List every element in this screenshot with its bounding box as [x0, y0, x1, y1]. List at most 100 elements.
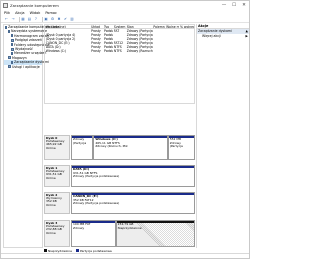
column-header[interactable]: Wolne miejsce	[165, 25, 179, 28]
legend-swatch	[76, 249, 79, 252]
action-label: Więcej akcji	[202, 33, 221, 38]
tree-node-icon	[8, 65, 11, 69]
submenu-arrow-icon: ▶	[245, 33, 248, 38]
tree-node-icon	[11, 38, 14, 42]
partition-type-bar	[72, 136, 93, 138]
maximize-icon[interactable]: ☐	[229, 1, 239, 10]
tree-node-icon	[8, 30, 10, 34]
partition-type-bar	[94, 136, 167, 138]
tree-item-label: Usługi i aplikacje	[12, 64, 40, 69]
window-controls: — ☐ ✕	[219, 1, 249, 10]
app-icon	[3, 3, 8, 8]
tree-node-icon	[11, 52, 13, 56]
tree-node-icon	[5, 25, 7, 29]
disk-row: Dysk 0 Podstawowy 465,92 GB Online Zdrowy (P…	[44, 135, 195, 160]
partition-status: Zdrowy (Partycja podstawowa)	[73, 201, 120, 205]
check-icon[interactable]: ✔	[63, 17, 68, 22]
title-bar: Zarządzanie komputerem — ☐ ✕	[1, 1, 249, 10]
column-header[interactable]: Typ	[103, 25, 113, 28]
show-hide-tree-icon[interactable]: ▣	[44, 17, 49, 22]
navigation-tree: Zarządzanie komputerem (lokalne) Narzędzi…	[3, 24, 66, 248]
partition-status: Zdrowy	[73, 225, 85, 230]
partition-status: Zdrowy (Partycja podstawowa)	[73, 174, 120, 178]
menu-file[interactable]: Plik	[4, 11, 10, 15]
legend-label: Partycja podstawowa	[80, 248, 112, 253]
table-cell: Windows (C:)	[45, 49, 67, 54]
disk-info[interactable]: Dysk 3 Podstawowy 232,88 GB Online	[44, 220, 70, 247]
disk-info[interactable]: Dysk 2 Wymienny 352 KB Online	[44, 192, 70, 214]
computer-management-window: Zarządzanie komputerem — ☐ ✕ Plik Akcja …	[0, 0, 250, 259]
help-icon[interactable]: ?	[34, 17, 39, 22]
table-cell	[153, 49, 166, 53]
up-icon[interactable]: ▦	[21, 17, 26, 22]
partition[interactable]: DATA (D:) 931,51 GB NTFS Zdrowy (Partycja …	[71, 165, 195, 187]
window-title: Zarządzanie komputerem	[10, 3, 59, 8]
minimize-icon[interactable]: —	[219, 1, 229, 10]
volume-list: WoluminUkładTypSystem plikówStanPojemnoś…	[44, 24, 195, 104]
disk-map: Dysk 0 Podstawowy 465,92 GB Online Zdrowy (P…	[44, 135, 195, 248]
column-header[interactable]: Wolumin	[45, 25, 90, 28]
partition-type-bar	[116, 221, 194, 223]
partition-status: Zdrowy (Partycja	[73, 137, 87, 145]
disk-management-pane: WoluminUkładTypSystem plikówStanPojemnoś…	[44, 24, 195, 248]
table-row[interactable]: Windows (C:) ProstyPodstawowyNTFS Zdrowy (…	[45, 49, 194, 53]
partition[interactable]: CANON_DC (E:) 352 KB FAT12 Zdrowy (Partycj…	[71, 192, 195, 214]
table-cell: NTFS	[113, 49, 122, 54]
partition-status: Zdrowy (Rozruch, Plik	[95, 144, 128, 148]
disk-partitions: Zdrowy (Partycja Windows (C:) 465,11 GB NT…	[71, 135, 195, 160]
partition-type-bar	[72, 221, 115, 223]
tree-node-icon	[11, 34, 13, 38]
column-header[interactable]: System plików	[113, 25, 126, 28]
settings-icon[interactable]: ▥	[70, 17, 75, 22]
partition[interactable]: 232,79 GB Nieprzydzielone	[115, 220, 195, 247]
partition[interactable]: 552 MB Zdrowy (Partycja	[167, 135, 195, 160]
table-cell: Zdrowy (Rozruch, Pl...	[126, 49, 153, 54]
table-cell	[179, 49, 194, 53]
column-header[interactable]: Układ	[90, 25, 103, 28]
column-header[interactable]: % wolnego	[179, 25, 194, 28]
partition-type-bar	[72, 193, 194, 195]
tree-node-icon	[8, 56, 11, 60]
table-cell: Podstawowy	[104, 49, 113, 54]
menu-help[interactable]: Pomoc	[45, 11, 57, 15]
tree-item[interactable]: Usługi i aplikacje	[4, 65, 42, 69]
connect-icon[interactable]: ⚙	[50, 17, 55, 22]
actions-pane: Akcje Zarządzanie dyskami ▲ Więcej akcji…	[196, 24, 249, 248]
partition-status: Zdrowy (Partycja	[169, 140, 183, 148]
legend-label: Nieprzydzielone	[48, 248, 72, 253]
partition[interactable]: Windows (C:) 465,11 GB NTFS Zdrowy (Rozruc…	[93, 135, 168, 160]
back-icon[interactable]: ←	[4, 17, 9, 22]
table-cell: Prosty	[91, 49, 101, 54]
disk-status: Online	[46, 175, 56, 180]
disk-status: Online	[46, 230, 56, 235]
disk-info[interactable]: Dysk 0 Podstawowy 465,92 GB Online	[44, 135, 70, 160]
toolbar-separator	[18, 16, 19, 22]
disk-row: Dysk 3 Podstawowy 232,88 GB Online 100 MB FA…	[44, 220, 195, 247]
tree-node-icon	[11, 60, 13, 64]
menu-action[interactable]: Akcja	[15, 11, 24, 15]
disk-partitions: DATA (D:) 931,51 GB NTFS Zdrowy (Partycja …	[71, 165, 195, 187]
status-bar	[1, 253, 249, 258]
partition[interactable]: 100 MB FAT Zdrowy	[71, 220, 116, 247]
menu-view[interactable]: Widok	[30, 11, 41, 15]
delete-icon[interactable]: ✖	[57, 17, 62, 22]
forward-icon[interactable]: →	[11, 17, 16, 22]
tree-node-icon	[11, 47, 14, 51]
volume-list-body: ProstyPodstawowyFATZdrowy (Partycja syst…	[45, 29, 194, 53]
legend-item-unallocated: Nieprzydzielone	[44, 249, 72, 253]
disk-info[interactable]: Dysk 1 Podstawowy 931,51 GB Online	[44, 165, 70, 187]
partition[interactable]: Zdrowy (Partycja	[71, 135, 94, 160]
toolbar-separator	[41, 16, 42, 22]
partition-status: Nieprzydzielone	[117, 225, 142, 230]
disk-partitions: CANON_DC (E:) 352 KB FAT12 Zdrowy (Partycj…	[71, 192, 195, 214]
legend-item-primary: Partycja podstawowa	[76, 249, 112, 253]
action-more-actions[interactable]: Więcej akcji ▶	[197, 34, 249, 39]
partition-type-bar	[168, 136, 194, 138]
close-icon[interactable]: ✕	[239, 1, 249, 10]
column-header[interactable]: Pojemność	[153, 25, 165, 28]
properties-icon[interactable]: ▤	[27, 17, 32, 22]
disk-row: Dysk 1 Podstawowy 931,51 GB Online DATA (D:)…	[44, 165, 195, 187]
disk-row: Dysk 2 Wymienny 352 KB Online CANON_DC (E:) 3…	[44, 192, 195, 214]
toolbar: ← → ▦ ▤ ? ▣ ⚙ ✖ ✔ ▥	[1, 16, 249, 23]
column-header[interactable]: Stan	[126, 25, 153, 28]
